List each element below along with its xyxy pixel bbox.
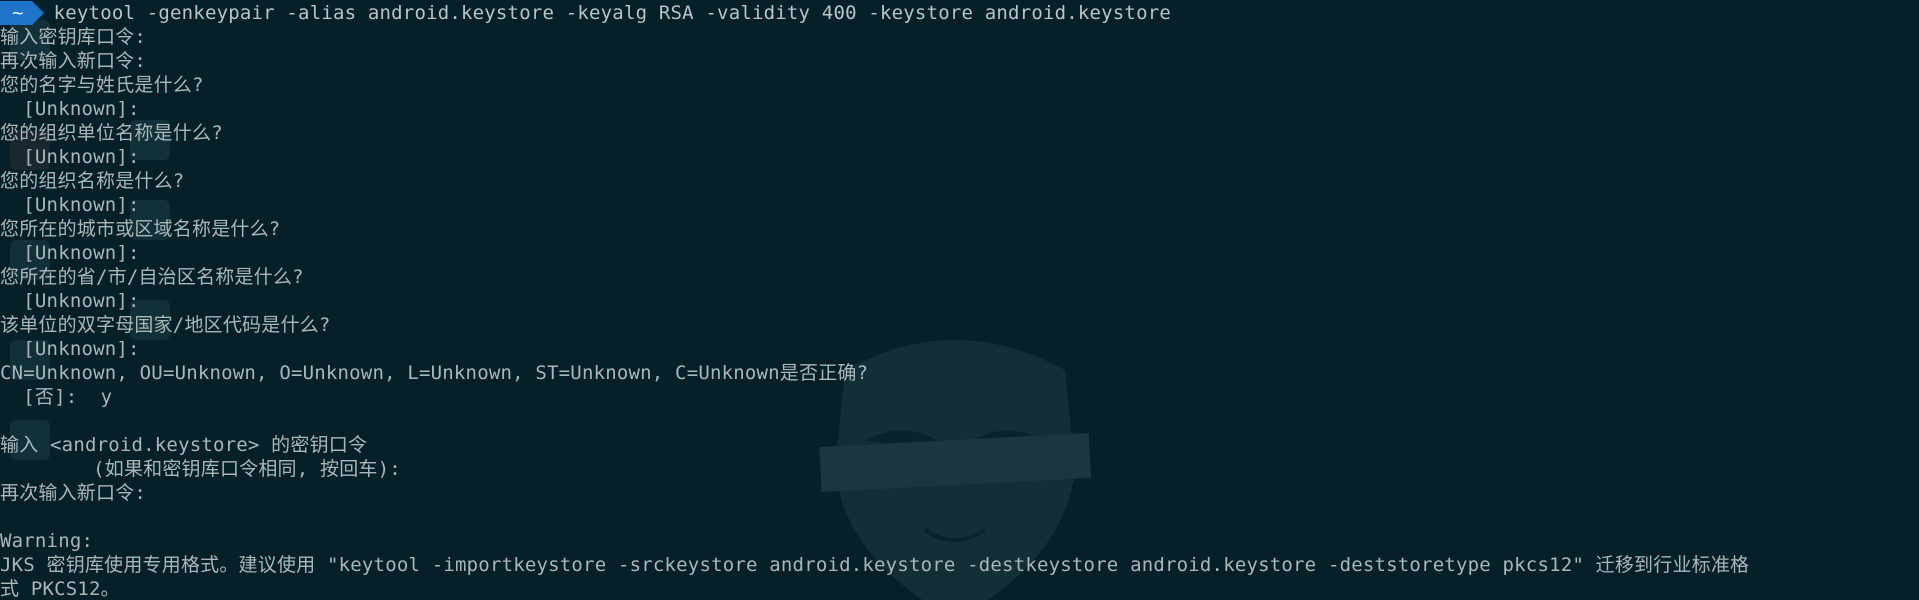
output-line: 您的组织名称是什么? [0, 170, 185, 192]
output-line: 式 PKCS12。 [0, 578, 120, 600]
output-line: [Unknown]: [0, 338, 140, 360]
output-line: [Unknown]: [0, 242, 140, 264]
terminal-output: ~ keytool -genkeypair -alias android.keys… [0, 1, 1919, 600]
prompt-command: keytool -genkeypair -alias android.keyst… [53, 2, 1171, 24]
output-line: JKS 密钥库使用专用格式。建议使用 "keytool -importkeyst… [0, 554, 1750, 576]
prompt-arrow-icon [31, 1, 44, 25]
output-line: Warning: [0, 530, 94, 552]
output-line: 您的名字与姓氏是什么? [0, 74, 204, 96]
output-line: [否]: y [0, 386, 113, 408]
output-line: CN=Unknown, OU=Unknown, O=Unknown, L=Unk… [0, 362, 869, 384]
terminal-window[interactable]: ~ keytool -genkeypair -alias android.keys… [0, 0, 1919, 600]
output-line: 再次输入新口令: [0, 482, 147, 504]
prompt-directory: ~ [0, 1, 32, 25]
output-line: 您所在的省/市/自治区名称是什么? [0, 266, 304, 288]
output-line: 您所在的城市或区域名称是什么? [0, 218, 281, 240]
output-line: [Unknown]: [0, 98, 140, 120]
output-line: 您的组织单位名称是什么? [0, 122, 223, 144]
prompt-line: ~ keytool -genkeypair -alias android.keys… [0, 1, 1919, 25]
output-line: 输入密钥库口令: [0, 26, 147, 48]
output-line: (如果和密钥库口令相同, 按回车): [0, 458, 401, 480]
output-line: [Unknown]: [0, 290, 140, 312]
output-line: 再次输入新口令: [0, 50, 147, 72]
output-line: [Unknown]: [0, 194, 140, 216]
output-line: 输入 <android.keystore> 的密钥口令 [0, 434, 368, 456]
output-line: [Unknown]: [0, 146, 140, 168]
output-line: 该单位的双字母国家/地区代码是什么? [0, 314, 331, 336]
